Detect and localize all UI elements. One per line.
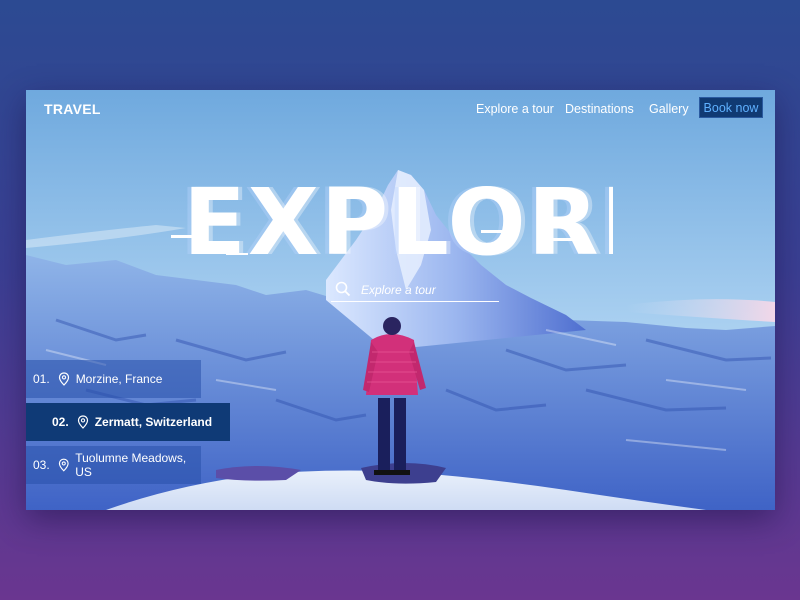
location-name: Tuolumne Meadows, US — [75, 451, 187, 479]
map-pin-icon — [58, 372, 69, 386]
map-pin-icon — [77, 415, 88, 429]
nav-link-gallery[interactable]: Gallery — [649, 102, 689, 116]
search-input[interactable]: Explore a tour — [331, 281, 499, 302]
location-item-morzine[interactable]: 01. Morzine, France — [26, 360, 201, 398]
nav-link-destinations[interactable]: Destinations — [565, 102, 634, 116]
glitch-line — [546, 238, 574, 241]
book-now-button[interactable]: Book now — [699, 97, 763, 118]
glitch-line — [481, 230, 517, 233]
location-name: Morzine, France — [75, 372, 163, 386]
location-item-tuolumne[interactable]: 03. Tuolumne Meadows, US — [26, 446, 201, 484]
location-name: Zermatt, Switzerland — [94, 415, 213, 429]
glitch-line — [226, 253, 248, 255]
location-number: 01. — [33, 372, 50, 386]
location-item-zermatt[interactable]: 02. Zermatt, Switzerland — [26, 403, 230, 441]
hero-headline: EXPLORE — [183, 169, 666, 276]
search-icon — [335, 281, 351, 297]
search-placeholder: Explore a tour — [361, 283, 436, 297]
hero-frame: TRAVEL Explore a tour Destinations Galle… — [26, 90, 775, 510]
location-number: 03. — [33, 458, 50, 472]
map-pin-icon — [58, 458, 69, 472]
brand-logo[interactable]: TRAVEL — [44, 101, 101, 117]
location-number: 02. — [52, 415, 69, 429]
nav-link-explore[interactable]: Explore a tour — [476, 102, 554, 116]
top-nav: TRAVEL Explore a tour Destinations Galle… — [26, 90, 775, 126]
glitch-line — [171, 235, 199, 238]
